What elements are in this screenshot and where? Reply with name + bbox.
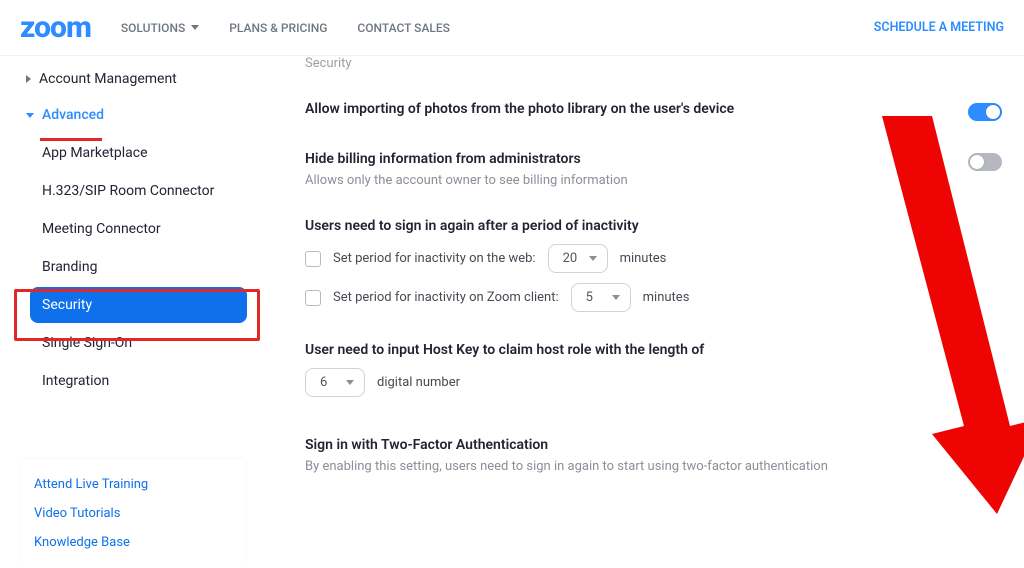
chevron-down-icon bbox=[612, 295, 620, 300]
select-inactivity-web[interactable]: 20 bbox=[548, 244, 608, 273]
help-training-link[interactable]: Attend Live Training bbox=[34, 477, 231, 492]
nav-contact[interactable]: CONTACT SALES bbox=[357, 21, 450, 35]
nav-contact-label: CONTACT SALES bbox=[357, 21, 450, 35]
chevron-down-icon bbox=[191, 25, 199, 30]
setting-hostkey: User need to input Host Key to claim hos… bbox=[305, 342, 1002, 397]
inactivity-client-row: Set period for inactivity on Zoom client… bbox=[305, 283, 1002, 312]
setting-inactivity: Users need to sign in again after a peri… bbox=[305, 218, 1002, 312]
inactivity-client-unit: minutes bbox=[643, 290, 690, 305]
sidebar-item-integration[interactable]: Integration bbox=[30, 363, 247, 399]
annotation-underline bbox=[40, 138, 102, 141]
sidebar-group-advanced[interactable]: Advanced bbox=[24, 97, 255, 133]
schedule-meeting-button[interactable]: SCHEDULE A MEETING bbox=[874, 20, 1004, 35]
select-inactivity-client[interactable]: 5 bbox=[571, 283, 631, 312]
help-videos-link[interactable]: Video Tutorials bbox=[34, 506, 231, 521]
help-card: Attend Live Training Video Tutorials Kno… bbox=[20, 459, 245, 568]
inactivity-client-label: Set period for inactivity on Zoom client… bbox=[333, 290, 559, 305]
toggle-two-factor[interactable] bbox=[968, 439, 1002, 457]
hostkey-unit: digital number bbox=[377, 375, 460, 390]
setting-two-factor-desc: By enabling this setting, users need to … bbox=[305, 459, 905, 474]
select-hostkey-value: 6 bbox=[320, 375, 327, 390]
checkbox-inactivity-client[interactable] bbox=[305, 290, 321, 306]
nav-plans-label: PLANS & PRICING bbox=[229, 21, 327, 35]
toggle-hide-billing[interactable] bbox=[968, 153, 1002, 171]
toggle-knob bbox=[970, 441, 984, 455]
sidebar-group-account[interactable]: Account Management bbox=[24, 61, 255, 97]
setting-hide-billing-desc: Allows only the account owner to see bil… bbox=[305, 173, 905, 188]
inactivity-web-row: Set period for inactivity on the web: 20… bbox=[305, 244, 1002, 273]
help-kb-link[interactable]: Knowledge Base bbox=[34, 535, 231, 550]
sidebar: Account Management Advanced App Marketpl… bbox=[0, 56, 265, 568]
hostkey-row: 6 digital number bbox=[305, 368, 1002, 397]
sidebar-group-account-label: Account Management bbox=[39, 71, 177, 87]
inactivity-web-label: Set period for inactivity on the web: bbox=[333, 251, 536, 266]
toggle-knob bbox=[970, 155, 984, 169]
inactivity-web-unit: minutes bbox=[620, 251, 667, 266]
sidebar-item-meeting-connector[interactable]: Meeting Connector bbox=[30, 211, 247, 247]
chevron-down-icon bbox=[346, 380, 354, 385]
nav-solutions-label: SOLUTIONS bbox=[121, 21, 185, 35]
setting-inactivity-title: Users need to sign in again after a peri… bbox=[305, 218, 1002, 234]
toggle-knob bbox=[986, 105, 1000, 119]
setting-hide-billing-title: Hide billing information from administra… bbox=[305, 151, 968, 167]
chevron-down-icon bbox=[589, 256, 597, 261]
sidebar-group-advanced-label: Advanced bbox=[42, 107, 104, 123]
setting-hostkey-title: User need to input Host Key to claim hos… bbox=[305, 342, 1002, 358]
nav-plans[interactable]: PLANS & PRICING bbox=[229, 21, 327, 35]
topbar: zoom SOLUTIONS PLANS & PRICING CONTACT S… bbox=[0, 0, 1024, 56]
setting-hide-billing: Hide billing information from administra… bbox=[305, 151, 1002, 188]
toggle-photo-import[interactable] bbox=[968, 103, 1002, 121]
topnav: SOLUTIONS PLANS & PRICING CONTACT SALES bbox=[121, 21, 450, 35]
select-inactivity-web-value: 20 bbox=[563, 251, 578, 266]
select-hostkey-length[interactable]: 6 bbox=[305, 368, 365, 397]
checkbox-inactivity-web[interactable] bbox=[305, 251, 321, 267]
setting-two-factor: Sign in with Two-Factor Authentication B… bbox=[305, 437, 1002, 474]
main: Security Allow importing of photos from … bbox=[265, 56, 1024, 568]
setting-photo-import-title: Allow importing of photos from the photo… bbox=[305, 101, 968, 117]
breadcrumb: Security bbox=[305, 56, 1002, 71]
annotation-rectangle bbox=[14, 289, 260, 341]
setting-two-factor-title: Sign in with Two-Factor Authentication bbox=[305, 437, 968, 453]
nav-solutions[interactable]: SOLUTIONS bbox=[121, 21, 199, 35]
select-inactivity-client-value: 5 bbox=[586, 290, 593, 305]
sidebar-item-h323[interactable]: H.323/SIP Room Connector bbox=[30, 173, 247, 209]
logo[interactable]: zoom bbox=[20, 10, 91, 45]
sidebar-item-branding[interactable]: Branding bbox=[30, 249, 247, 285]
setting-photo-import: Allow importing of photos from the photo… bbox=[305, 101, 1002, 121]
